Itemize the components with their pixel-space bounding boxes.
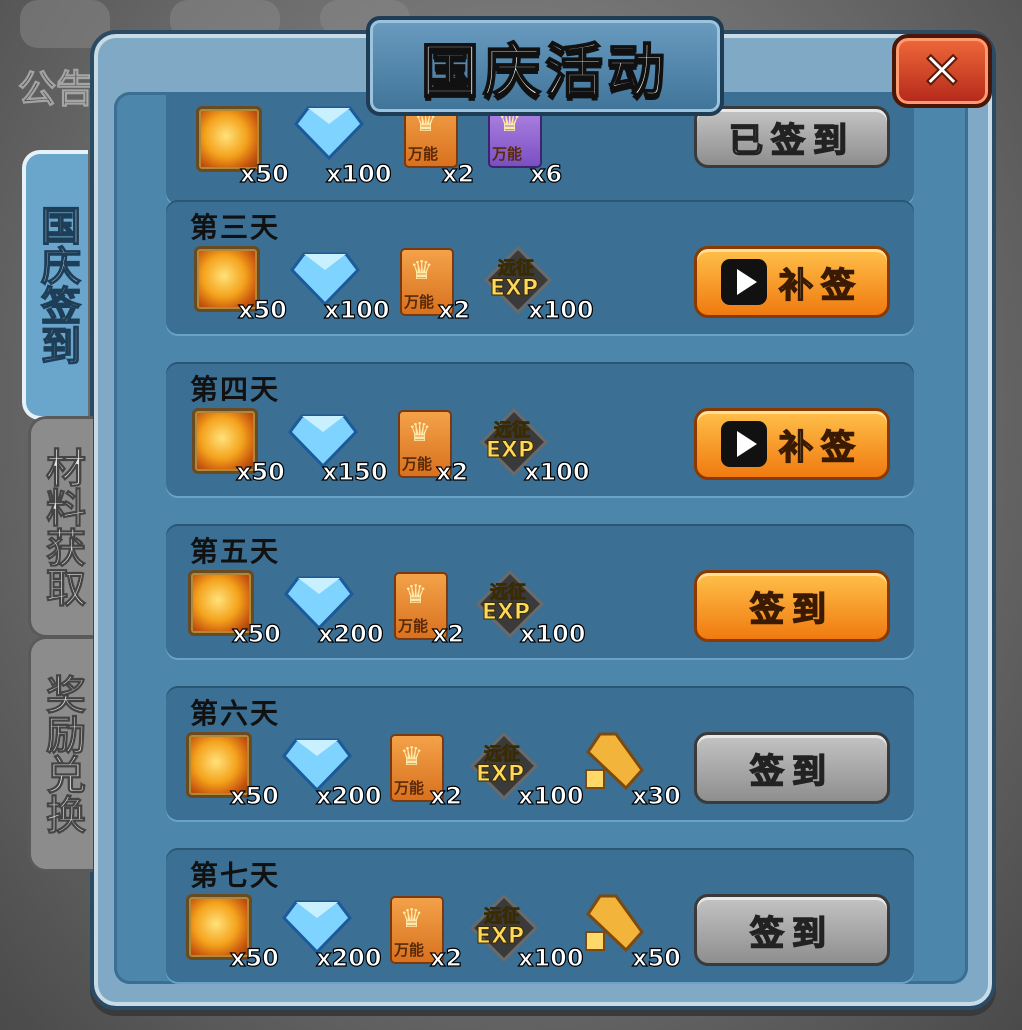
signed-in-button[interactable]: 已签到 (694, 106, 890, 168)
reward-qty-exp: x100 (517, 943, 584, 972)
reward-qty-gold: x50 (229, 943, 279, 972)
close-button[interactable]: ✕ (892, 34, 992, 108)
makeup-signin-label: 补签 (778, 427, 863, 469)
reward-qty-gem: x100 (323, 295, 390, 324)
reward-qty-gem: x200 (315, 781, 382, 810)
day-title: 第六天 (190, 697, 281, 730)
reward-qty-exp: x100 (517, 781, 584, 810)
reward-qty-gem: x200 (317, 619, 384, 648)
reward-qty-exp: x100 (523, 457, 590, 486)
video-play-icon (721, 259, 767, 305)
reward-qty-card: x2 (441, 159, 475, 188)
signin-row-day3: 第三天 x50 x100 ♛ 万能 x2 远征 EXP x100 补签 (166, 200, 914, 334)
signin-row-day4: 第四天 x50 x150 ♛ 万能 x2 远征 EXP x100 补签 (166, 362, 914, 496)
signin-row-day7: 第七天 x50 x200 ♛ 万能 x2 远征 EXP x100 x50 签到 (166, 848, 914, 982)
signin-row-day5: 第五天 x50 x200 ♛ 万能 x2 远征 EXP x100 签到 (166, 524, 914, 658)
title-plate: 国庆活动 (366, 16, 724, 116)
reward-qty-gold: x50 (229, 781, 279, 810)
video-play-icon (721, 421, 767, 467)
close-icon: ✕ (920, 42, 964, 100)
signin-list[interactable]: x50 x100 ♛ 万能 x2 ♛ 万能 x6 已签到 第三天 x50 x100 … (114, 92, 968, 984)
reward-qty-exp: x100 (519, 619, 586, 648)
tab-reward-exchange[interactable]: 奖励兑换 (28, 636, 93, 872)
reward-qty-gold: x50 (235, 457, 285, 486)
reward-qty-card: x2 (435, 457, 469, 486)
reward-qty-card: x2 (429, 943, 463, 972)
makeup-signin-button[interactable]: 补签 (694, 408, 890, 480)
signin-button-locked[interactable]: 签到 (694, 894, 890, 966)
day-title: 第四天 (190, 373, 281, 406)
page-title: 国庆活动 (420, 36, 669, 106)
tab-material-acquire[interactable]: 材料获取 (28, 416, 93, 638)
reward-qty-card: x2 (429, 781, 463, 810)
background-notice-label: 公告 (17, 67, 95, 112)
reward-qty-card: x2 (437, 295, 471, 324)
makeup-signin-button[interactable]: 补签 (694, 246, 890, 318)
reward-qty-card2: x6 (529, 159, 563, 188)
tab-national-day-signin[interactable]: 国庆签到 (22, 150, 88, 420)
reward-qty-exp: x100 (527, 295, 594, 324)
reward-qty-gem: x200 (315, 943, 382, 972)
reward-qty-gem: x100 (325, 159, 392, 188)
day-title: 第七天 (190, 859, 281, 892)
reward-qty-gold: x50 (237, 295, 287, 324)
reward-qty-fragment: x50 (631, 943, 681, 972)
reward-qty-fragment: x30 (631, 781, 681, 810)
reward-qty-gold: x50 (239, 159, 289, 188)
day-title: 第三天 (190, 211, 281, 244)
reward-qty-card: x2 (431, 619, 465, 648)
signin-button[interactable]: 签到 (694, 570, 890, 642)
signin-button-locked[interactable]: 签到 (694, 732, 890, 804)
reward-qty-gold: x50 (231, 619, 281, 648)
signin-row-day6: 第六天 x50 x200 ♛ 万能 x2 远征 EXP x100 x30 签到 (166, 686, 914, 820)
reward-qty-gem: x150 (321, 457, 388, 486)
day-title: 第五天 (190, 535, 281, 568)
makeup-signin-label: 补签 (778, 265, 863, 307)
